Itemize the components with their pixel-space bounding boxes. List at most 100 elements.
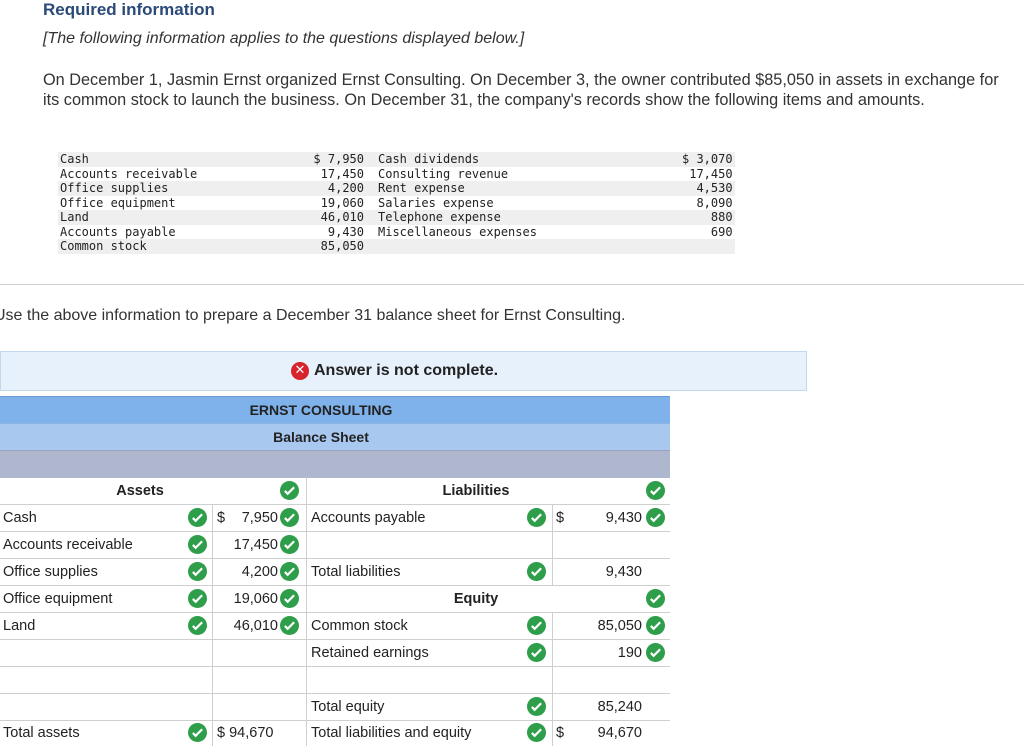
- asset-amount-input[interactable]: 19,060: [232, 585, 278, 612]
- item-name: Common stock: [58, 239, 307, 254]
- total-equity-label: Total equity: [311, 698, 385, 715]
- asset-amount-input[interactable]: 7,950: [232, 504, 278, 531]
- statement-name: Balance Sheet: [273, 429, 369, 445]
- info-subtitle: [The following information applies to th…: [43, 30, 525, 47]
- company-header: ERNST CONSULTING: [0, 396, 670, 424]
- asset-amount-input[interactable]: [213, 639, 305, 666]
- banner-text: Answer is not complete.: [314, 362, 499, 379]
- equity-amount-input[interactable]: 85,050: [570, 612, 642, 639]
- item-amount: $ 7,950: [307, 152, 366, 167]
- item-amount: 17,450: [689, 166, 733, 181]
- table-row: Office equipment 19,060 Equity: [0, 585, 670, 613]
- check-icon: [280, 508, 299, 527]
- table-row: Office supplies 4,200 Total liabilities …: [0, 558, 670, 586]
- check-icon: [646, 589, 665, 608]
- instruction-text: Use the above information to prepare a D…: [0, 307, 626, 324]
- item-name: Accounts receivable: [60, 166, 198, 181]
- liability-amount-input[interactable]: [553, 531, 668, 558]
- item-amount: 4,530: [680, 181, 735, 196]
- asset-label-input[interactable]: Office equipment: [0, 585, 185, 612]
- table-row: Land 46,010 Common stock 85,050: [0, 612, 670, 640]
- check-icon: [527, 643, 546, 662]
- asset-amount-input[interactable]: 17,450: [232, 531, 278, 558]
- item-name: Cash dividends: [366, 152, 680, 167]
- total-assets-label: Total assets: [3, 725, 80, 741]
- table-row: [0, 666, 670, 694]
- item-name: Rent expense: [366, 181, 680, 196]
- liability-label-input[interactable]: [308, 531, 548, 558]
- equity-label-input[interactable]: [308, 666, 548, 693]
- liability-label-input[interactable]: Accounts payable: [308, 504, 523, 531]
- total-equity-value: 85,240: [597, 698, 642, 715]
- equity-label-input[interactable]: Retained earnings: [308, 639, 523, 666]
- asset-amount-input[interactable]: 4,200: [232, 558, 278, 585]
- item-amount: 8,090: [696, 195, 733, 210]
- check-icon: [646, 616, 665, 635]
- asset-label-input[interactable]: Accounts receivable: [0, 531, 185, 558]
- item-name: Land: [58, 210, 307, 225]
- equity-header: Equity: [453, 590, 499, 607]
- check-icon: [280, 589, 299, 608]
- asset-label-input[interactable]: [0, 639, 210, 666]
- dollar-sign: $: [217, 509, 226, 526]
- section-header-row: Assets Liabilities: [0, 477, 670, 505]
- liability-amount-input[interactable]: 9,430: [570, 504, 642, 531]
- check-icon: [280, 481, 299, 500]
- item-amount: 690: [710, 224, 733, 239]
- total-liabilities-value: 9,430: [605, 563, 642, 580]
- items-table: Cash $ 7,950 Cash dividends $ 3,070 Account…: [58, 152, 735, 254]
- item-amount: 85,050: [307, 239, 366, 254]
- check-icon: [280, 562, 299, 581]
- check-icon: [188, 723, 207, 742]
- error-x-icon: ✕: [291, 362, 309, 380]
- check-icon: [646, 508, 665, 527]
- date-header-row[interactable]: [0, 450, 670, 478]
- item-amount: $ 3,070: [680, 152, 735, 167]
- item-name: Consulting revenue: [378, 166, 509, 181]
- check-icon: [188, 508, 207, 527]
- check-icon: [280, 616, 299, 635]
- check-icon: [280, 535, 299, 554]
- check-icon: [188, 589, 207, 608]
- equity-amount-input[interactable]: [553, 666, 668, 693]
- total-liab-equity-label: Total liabilities and equity: [311, 725, 472, 741]
- equity-label-input[interactable]: Common stock: [308, 612, 523, 639]
- total-liab-equity-value: 94,670: [597, 725, 642, 741]
- item-name: Accounts payable: [60, 224, 176, 239]
- asset-amount-input[interactable]: [213, 666, 305, 693]
- liabilities-header: Liabilities: [442, 482, 510, 499]
- check-icon: [188, 562, 207, 581]
- check-icon: [646, 643, 665, 662]
- item-name: Office supplies: [58, 181, 307, 196]
- total-liabilities-label: Total liabilities: [311, 563, 401, 580]
- check-icon: [646, 481, 665, 500]
- asset-label-input[interactable]: [0, 666, 210, 693]
- company-name: ERNST CONSULTING: [249, 402, 393, 418]
- statement-header: Balance Sheet: [0, 423, 670, 451]
- asset-label-input[interactable]: Land: [0, 612, 185, 639]
- item-name: Office equipment: [60, 195, 176, 210]
- check-icon: [527, 723, 546, 742]
- asset-label-input[interactable]: Cash: [0, 504, 185, 531]
- item-name: Salaries expense: [378, 195, 494, 210]
- item-amount: 46,010: [307, 210, 366, 225]
- check-icon: [527, 508, 546, 527]
- item-amount: 4,200: [307, 181, 366, 196]
- item-amount: 19,060: [320, 195, 364, 210]
- table-row: Total equity 85,240: [0, 693, 670, 721]
- asset-label-input[interactable]: Office supplies: [0, 558, 185, 585]
- item-amount: 17,450: [320, 166, 364, 181]
- item-amount: 880: [680, 210, 735, 225]
- status-banner: ✕ Answer is not complete.: [0, 351, 807, 391]
- item-name: Telephone expense: [366, 210, 680, 225]
- assets-header: Assets: [116, 482, 164, 499]
- check-icon: [188, 616, 207, 635]
- table-row: Retained earnings 190: [0, 639, 670, 667]
- item-name: Cash: [58, 152, 307, 167]
- asset-amount-input[interactable]: 46,010: [232, 612, 278, 639]
- table-row: Cash $ 7,950 Accounts payable $ 9,430: [0, 504, 670, 532]
- equity-amount-input[interactable]: 190: [570, 639, 642, 666]
- item-amount: 9,430: [327, 224, 364, 239]
- total-assets-value: $ 94,670: [217, 725, 274, 741]
- required-information-title: Required information: [43, 0, 215, 19]
